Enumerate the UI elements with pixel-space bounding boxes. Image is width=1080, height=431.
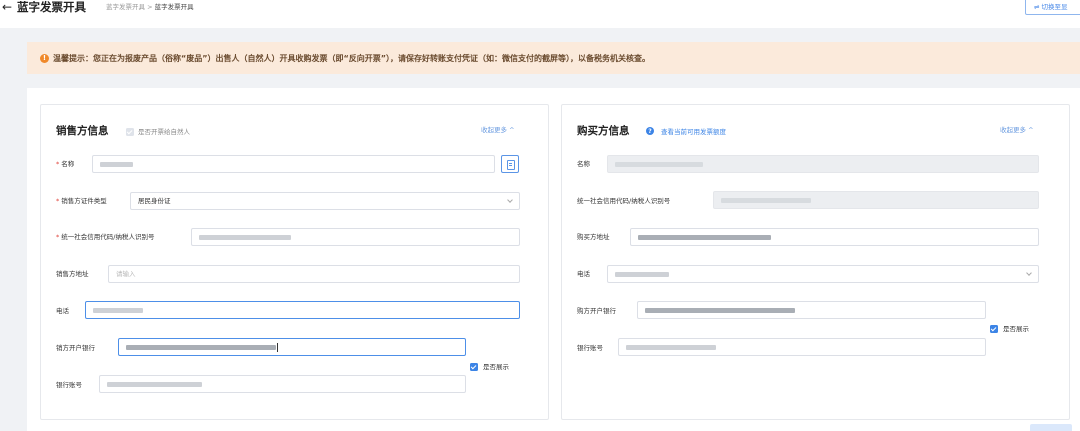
buyer-address-input[interactable] xyxy=(630,228,1039,246)
corner-tool-button[interactable] xyxy=(1030,424,1072,431)
buyer-phone-label: 电话 xyxy=(577,270,590,278)
invoice-quota-link[interactable]: 查看当前可用发票额度 xyxy=(661,127,726,137)
buyer-collapse-link[interactable]: 收起更多 ^ xyxy=(1000,125,1034,135)
seller-account-label: 银行账号 xyxy=(56,381,82,389)
natural-person-checkbox[interactable]: 是否开票给自然人 xyxy=(126,127,190,137)
seller-bank-input[interactable] xyxy=(118,338,466,356)
warning-icon: ! xyxy=(40,53,49,63)
seller-credit-code-label: * 统一社会信用代码/纳税人识别号 xyxy=(56,233,155,241)
notice-banner: ! 温馨提示：您正在为报废产品（俗称“废品”）出售人（自然人）开具收购发票（即“… xyxy=(27,42,1080,74)
seller-name-input[interactable] xyxy=(92,155,495,173)
chevron-down-icon xyxy=(507,197,513,203)
seller-credit-code-input[interactable] xyxy=(191,228,520,246)
chevron-down-icon xyxy=(1026,270,1032,276)
seller-phone-label: 电话 xyxy=(56,307,69,315)
seller-panel-title: 销售方信息 xyxy=(56,125,109,137)
seller-phone-input[interactable] xyxy=(85,301,520,319)
buyer-name-label: 名称 xyxy=(577,160,590,168)
page-title: 蓝字发票开具 xyxy=(17,0,86,14)
seller-account-input[interactable] xyxy=(99,375,466,393)
top-bar: ← 蓝字发票开具 蓝字发票开具 > 蓝字发票开具 ⇌ 切换至显 xyxy=(0,0,1080,28)
seller-id-type-select[interactable]: 居民身份证 xyxy=(130,192,520,210)
question-icon[interactable]: ? xyxy=(646,127,654,135)
seller-collapse-link[interactable]: 收起更多 ^ xyxy=(481,125,515,135)
buyer-panel: 购买方信息 ? 查看当前可用发票额度 收起更多 ^ 名称 统一社会信用代码/纳税… xyxy=(561,104,1070,420)
checkbox-icon xyxy=(126,128,134,136)
seller-panel: 销售方信息 是否开票给自然人 收起更多 ^ * 名称 * 销售方证件类型 居民身份证… xyxy=(40,104,549,420)
buyer-credit-code-label: 统一社会信用代码/纳税人识别号 xyxy=(577,197,671,205)
checkbox-icon xyxy=(990,325,998,333)
seller-bank-label: 销方开户银行 xyxy=(56,344,95,352)
contact-book-icon[interactable] xyxy=(501,155,519,173)
natural-person-label: 是否开票给自然人 xyxy=(138,128,190,136)
checkbox-icon xyxy=(470,363,478,371)
buyer-address-label: 购买方地址 xyxy=(577,233,610,241)
buyer-account-label: 银行账号 xyxy=(577,344,603,352)
buyer-account-input[interactable] xyxy=(618,338,986,356)
text-cursor xyxy=(277,342,278,352)
notice-text: 温馨提示：您正在为报废产品（俗称“废品”）出售人（自然人）开具收购发票（即“反向… xyxy=(53,53,651,63)
switch-view-button[interactable]: ⇌ 切换至显 xyxy=(1025,0,1080,15)
seller-address-label: 销售方地址 xyxy=(56,270,89,278)
seller-id-type-label: * 销售方证件类型 xyxy=(56,197,107,205)
seller-show-checkbox[interactable]: 是否展示 xyxy=(470,362,509,372)
buyer-panel-title: 购买方信息 xyxy=(577,125,630,137)
buyer-bank-label: 购方开户银行 xyxy=(577,307,616,315)
arrow-left-icon[interactable]: ← xyxy=(2,0,12,14)
buyer-show-checkbox[interactable]: 是否展示 xyxy=(990,324,1029,334)
breadcrumb-separator: > xyxy=(147,3,153,11)
breadcrumb-item-parent[interactable]: 蓝字发票开具 xyxy=(106,3,145,11)
breadcrumb: 蓝字发票开具 > 蓝字发票开具 xyxy=(106,2,194,12)
buyer-credit-code-input xyxy=(713,191,1039,209)
buyer-bank-input[interactable] xyxy=(637,301,986,319)
buyer-phone-select[interactable] xyxy=(607,265,1039,283)
seller-name-label: * 名称 xyxy=(56,160,75,168)
buyer-name-input xyxy=(607,155,1039,173)
breadcrumb-item-current: 蓝字发票开具 xyxy=(154,3,194,11)
seller-address-input[interactable]: 请输入 xyxy=(108,265,520,283)
